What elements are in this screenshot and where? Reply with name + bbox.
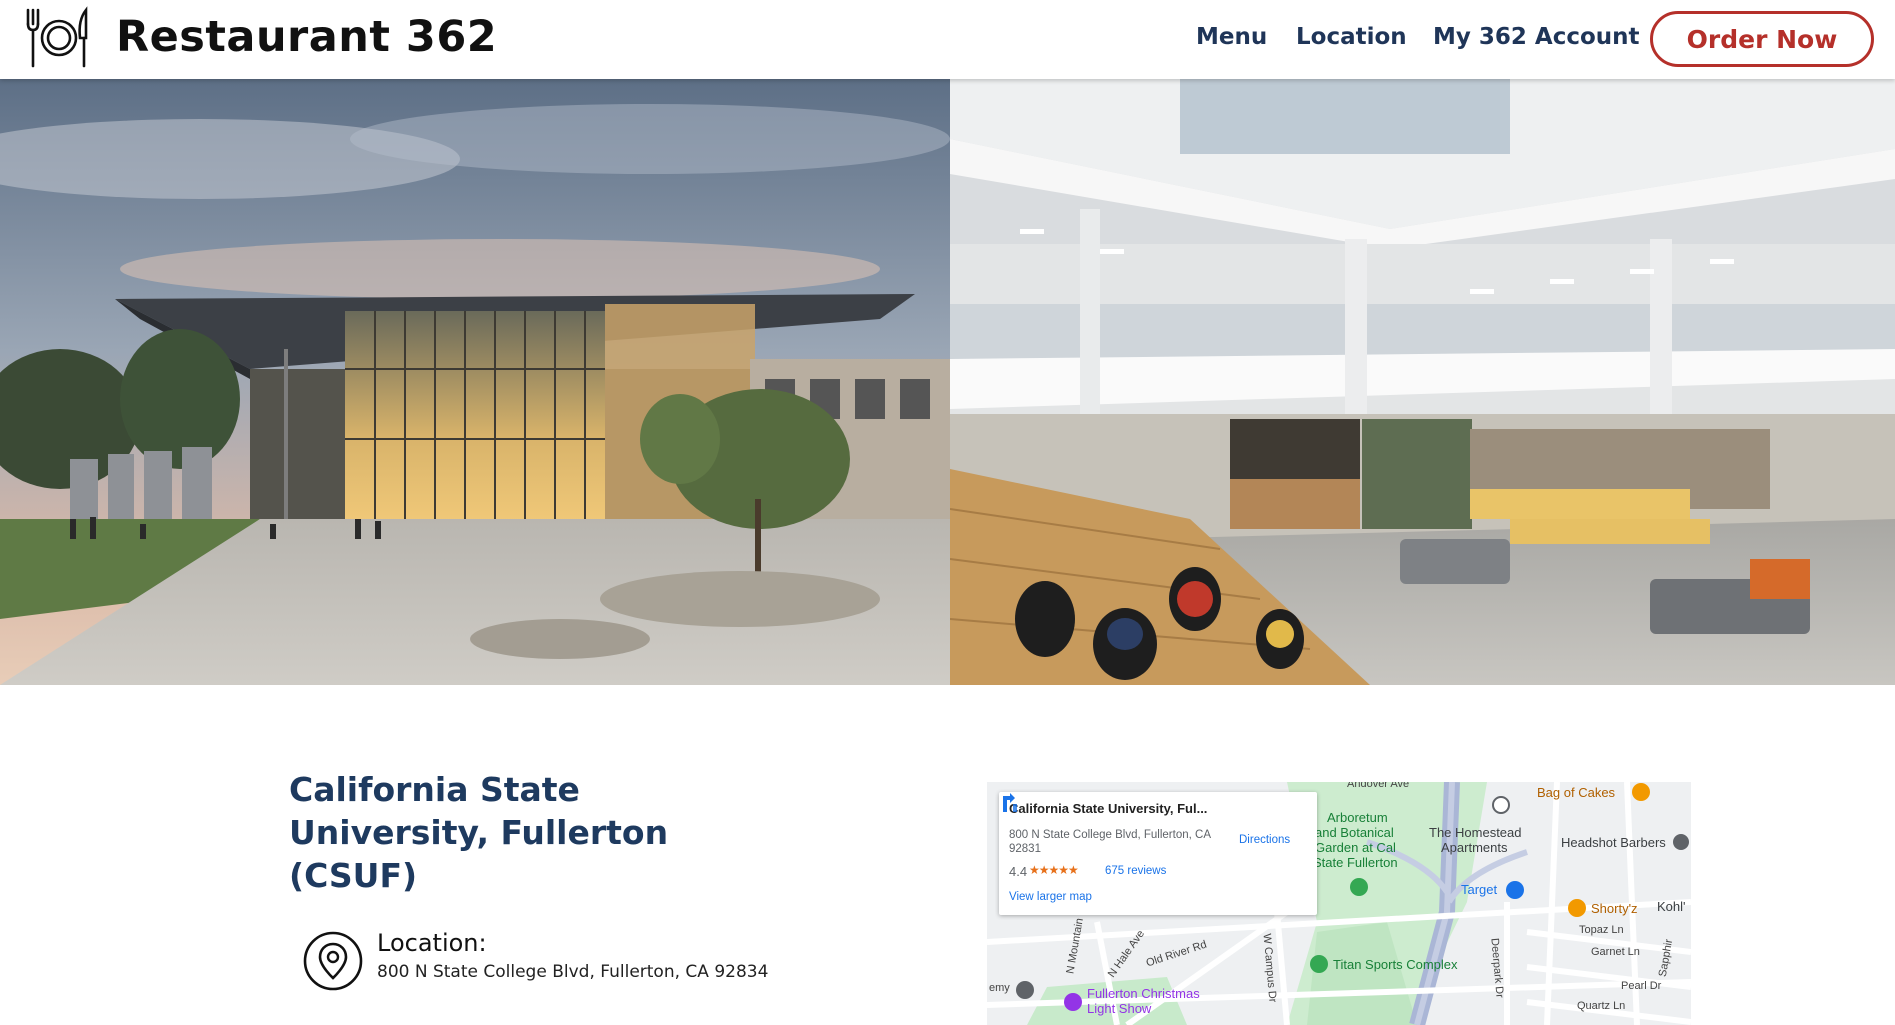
map-label-arboretum-2: and Botanical bbox=[1315, 825, 1394, 840]
nav-account-link[interactable]: My 362 Account bbox=[1433, 24, 1640, 50]
map-view-larger-link[interactable]: View larger map bbox=[1009, 891, 1092, 903]
map-reviews-link[interactable]: 675 reviews bbox=[1105, 865, 1166, 877]
map-rating-stars: ★★★★★ bbox=[1029, 863, 1079, 877]
map-place-address: 800 N State College Blvd, Fullerton, CA … bbox=[1009, 829, 1211, 855]
map-label-homestead-2: Apartments bbox=[1441, 840, 1508, 855]
map-label-arboretum-3: Garden at Cal bbox=[1315, 840, 1396, 855]
map-rating-value: 4.4 bbox=[1009, 864, 1028, 879]
site-header: Restaurant 362 Menu Location My 362 Acco… bbox=[0, 0, 1895, 79]
location-label: Location: bbox=[377, 929, 487, 957]
map-label-bag-of-cakes: Bag of Cakes bbox=[1537, 785, 1616, 800]
map-label-andover: Andover Ave bbox=[1347, 782, 1410, 790]
location-pin-icon bbox=[303, 931, 363, 991]
nav-location-link[interactable]: Location bbox=[1296, 24, 1407, 50]
nav-menu-link[interactable]: Menu bbox=[1196, 24, 1267, 50]
hero-interior-image bbox=[950, 79, 1895, 685]
location-address: 800 N State College Blvd, Fullerton, CA … bbox=[377, 962, 769, 982]
map-label-topaz: Topaz Ln bbox=[1579, 924, 1624, 936]
map-label-quartz: Quartz Ln bbox=[1577, 1000, 1626, 1012]
map-label-target: Target bbox=[1461, 882, 1498, 897]
map-label-homestead-1: The Homestead bbox=[1429, 825, 1522, 840]
map-info-card: California State University, Ful... 800 … bbox=[999, 792, 1317, 915]
map-label-fullerton-xmas-2: Light Show bbox=[1087, 1001, 1152, 1016]
map-label-arboretum-4: State Fullerton bbox=[1313, 855, 1398, 870]
map-label-pearl: Pearl Dr bbox=[1621, 980, 1662, 992]
directions-link[interactable]: Directions bbox=[1239, 834, 1290, 846]
campus-title: California State University, Fullerton (… bbox=[289, 770, 669, 895]
brand-name[interactable]: Restaurant 362 bbox=[116, 12, 497, 62]
map-label-arboretum-1: Arboretum bbox=[1327, 810, 1388, 825]
embedded-map[interactable]: Andover Ave Bag of Cakes Arboretum and B… bbox=[987, 782, 1691, 1025]
hero-exterior-image bbox=[0, 79, 950, 685]
map-label-emy: emy bbox=[989, 982, 1010, 994]
order-now-button[interactable]: Order Now bbox=[1650, 11, 1874, 67]
plate-cutlery-icon[interactable] bbox=[24, 6, 92, 70]
map-label-kohl: Kohl' bbox=[1657, 899, 1686, 914]
map-label-fullerton-xmas-1: Fullerton Christmas bbox=[1087, 986, 1200, 1001]
map-place-title[interactable]: California State University, Ful... bbox=[1009, 801, 1207, 816]
map-label-garnet: Garnet Ln bbox=[1591, 946, 1640, 958]
map-label-headshot: Headshot Barbers bbox=[1561, 835, 1666, 850]
map-label-shortyz: Shorty'z bbox=[1591, 901, 1638, 916]
directions-icon[interactable] bbox=[999, 792, 1021, 814]
map-label-titan-sports: Titan Sports Complex bbox=[1333, 957, 1458, 972]
